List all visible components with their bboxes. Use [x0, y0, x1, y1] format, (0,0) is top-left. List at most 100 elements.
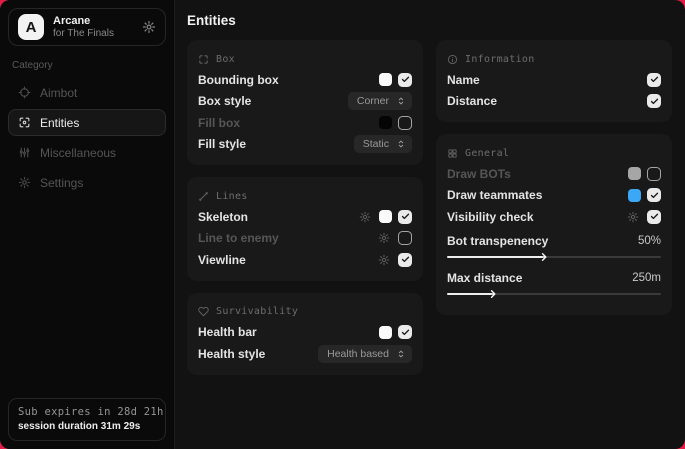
lines-card-header: Lines — [198, 186, 412, 206]
distance-checkbox[interactable] — [647, 94, 661, 108]
session-info-box: Sub expires in 28d 21h session duration … — [8, 398, 166, 441]
gear-icon[interactable] — [627, 211, 639, 223]
survivability-card-header: Survivability — [198, 302, 412, 322]
color-swatch[interactable] — [379, 73, 392, 86]
slider-thumb-arrow-icon[interactable] — [487, 288, 498, 299]
gear-icon[interactable] — [359, 211, 371, 223]
sub-expires-text: Sub expires in 28d 21h — [18, 406, 156, 418]
dropdown-value: Static — [363, 138, 389, 150]
sliders-icon — [18, 146, 31, 159]
right-column: Information Name Distance — [436, 40, 672, 315]
draw-teammates-checkbox[interactable] — [647, 188, 661, 202]
name-checkbox[interactable] — [647, 73, 661, 87]
fill-style-row: Fill style Static — [198, 134, 412, 156]
color-swatch[interactable] — [628, 167, 641, 180]
card-title: Survivability — [216, 306, 298, 317]
sidebar-item-label: Settings — [40, 176, 83, 190]
app-meta: Arcane for The Finals — [53, 15, 114, 39]
box-card-header: Box — [198, 49, 412, 69]
viewline-row: Viewline — [198, 249, 412, 271]
distance-row: Distance — [447, 91, 661, 113]
bot-transparency-slider-group: Bot transpenency 50% — [447, 231, 661, 258]
check-icon — [650, 75, 659, 84]
line-to-enemy-checkbox[interactable] — [398, 231, 412, 245]
app-logo: A — [18, 14, 44, 40]
grid-icon — [447, 148, 458, 159]
viewline-checkbox[interactable] — [398, 253, 412, 267]
info-icon — [447, 54, 458, 65]
color-swatch[interactable] — [379, 210, 392, 223]
setting-label: Health style — [198, 347, 265, 361]
sidebar-item-miscellaneous[interactable]: Miscellaneous — [8, 139, 166, 166]
dropdown-value: Corner — [357, 95, 389, 107]
information-card-header: Information — [447, 49, 661, 69]
slider-label: Max distance — [447, 271, 522, 285]
health-style-row: Health style Health based — [198, 343, 412, 365]
box-style-row: Box style Corner — [198, 91, 412, 113]
gear-icon[interactable] — [378, 254, 390, 266]
health-bar-checkbox[interactable] — [398, 325, 412, 339]
settings-gear-icon[interactable] — [142, 20, 156, 34]
setting-label: Line to enemy — [198, 231, 279, 245]
box-card: Box Bounding box Box style — [187, 40, 423, 165]
general-card-header: General — [447, 143, 661, 163]
app-subtitle: for The Finals — [53, 28, 114, 40]
skeleton-checkbox[interactable] — [398, 210, 412, 224]
slider-value: 250m — [632, 272, 661, 284]
fill-box-checkbox[interactable] — [398, 116, 412, 130]
bot-transparency-slider[interactable] — [447, 256, 661, 258]
heart-icon — [198, 306, 209, 317]
visibility-check-checkbox[interactable] — [647, 210, 661, 224]
bounding-box-row: Bounding box — [198, 69, 412, 91]
sidebar-item-settings[interactable]: Settings — [8, 169, 166, 196]
sidebar-nav: Aimbot Entities Miscella — [8, 79, 166, 196]
visibility-check-row: Visibility check — [447, 206, 661, 228]
check-icon — [401, 328, 410, 337]
setting-label: Viewline — [198, 253, 246, 267]
color-swatch[interactable] — [379, 116, 392, 129]
bounding-box-checkbox[interactable] — [398, 73, 412, 87]
setting-label: Fill box — [198, 116, 240, 130]
line-to-enemy-row: Line to enemy — [198, 228, 412, 250]
main-content: Entities Box Bounding box — [175, 0, 685, 449]
sidebar-item-aimbot[interactable]: Aimbot — [8, 79, 166, 106]
setting-label: Distance — [447, 94, 497, 108]
chevrons-up-down-icon — [396, 96, 406, 106]
color-swatch[interactable] — [628, 189, 641, 202]
setting-label: Fill style — [198, 137, 246, 151]
sidebar-item-label: Aimbot — [40, 86, 77, 100]
setting-label: Name — [447, 73, 480, 87]
chevrons-up-down-icon — [396, 349, 406, 359]
health-bar-row: Health bar — [198, 322, 412, 344]
setting-label: Draw teammates — [447, 188, 542, 202]
draw-bots-checkbox[interactable] — [647, 167, 661, 181]
setting-label: Health bar — [198, 325, 257, 339]
card-title: General — [465, 148, 509, 159]
app-name: Arcane — [53, 15, 114, 28]
page-title: Entities — [187, 13, 673, 28]
name-row: Name — [447, 69, 661, 91]
sidebar: A Arcane for The Finals Category — [0, 0, 175, 449]
color-swatch[interactable] — [379, 326, 392, 339]
box-style-dropdown[interactable]: Corner — [348, 92, 412, 110]
gear-icon[interactable] — [378, 232, 390, 244]
sidebar-item-entities[interactable]: Entities — [8, 109, 166, 136]
gear-icon — [18, 176, 31, 189]
health-style-dropdown[interactable]: Health based — [318, 345, 412, 363]
box-corners-icon — [198, 54, 209, 65]
max-distance-slider[interactable] — [447, 293, 661, 295]
check-icon — [650, 97, 659, 106]
sidebar-item-label: Miscellaneous — [40, 146, 116, 160]
slider-thumb-arrow-icon[interactable] — [538, 251, 549, 262]
fill-style-dropdown[interactable]: Static — [354, 135, 412, 153]
card-title: Lines — [216, 191, 248, 202]
sidebar-item-label: Entities — [40, 116, 79, 130]
scan-entity-icon — [18, 116, 31, 129]
app-window: A Arcane for The Finals Category — [0, 0, 685, 449]
setting-label: Bounding box — [198, 73, 279, 87]
card-title: Box — [216, 54, 235, 65]
slider-label: Bot transpenency — [447, 234, 548, 248]
check-icon — [401, 255, 410, 264]
session-duration-text: session duration 31m 29s — [18, 421, 156, 432]
chevrons-up-down-icon — [396, 139, 406, 149]
